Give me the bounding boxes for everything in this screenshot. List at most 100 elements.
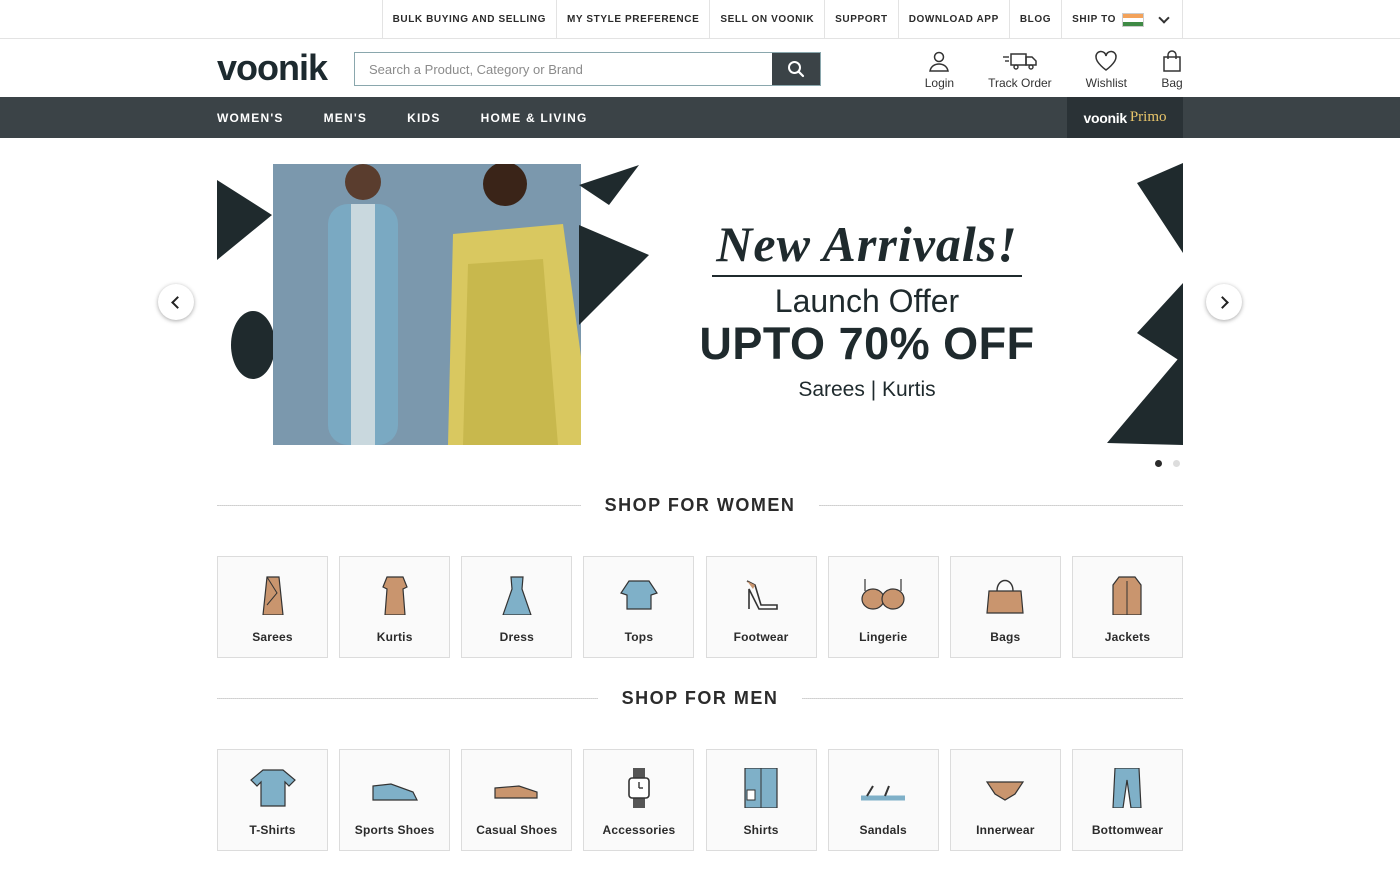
men-section-title: SHOP FOR MEN	[621, 687, 779, 708]
casual-shoe-icon	[494, 785, 538, 799]
bag-icon	[1163, 50, 1181, 72]
login-label: Login	[924, 76, 955, 90]
briefs-icon	[986, 781, 1025, 801]
primo-brand: voonik	[1083, 109, 1127, 126]
hero-headline: New Arrivals!	[712, 215, 1022, 277]
palm-leaf-decoration	[579, 165, 649, 325]
category-label: Kurtis	[376, 630, 413, 644]
category-tile-dress[interactable]: Dress	[461, 556, 573, 658]
divider	[802, 697, 1183, 699]
category-label: Sandals	[859, 823, 907, 837]
category-label: Accessories	[602, 823, 676, 837]
bra-icon	[861, 579, 905, 610]
nav-item-kids[interactable]: KIDS	[407, 111, 440, 125]
hero-models-photo	[273, 162, 593, 445]
hero-subheadline: Launch Offer	[774, 283, 960, 319]
handbag-icon	[986, 579, 1025, 614]
top-link-blog[interactable]: BLOG	[1010, 0, 1063, 39]
voonik-primo-button[interactable]: voonik Primo	[1067, 97, 1183, 138]
category-nav: WOMEN'S MEN'S KIDS HOME & LIVING voonik …	[0, 97, 1400, 138]
saree-icon	[261, 576, 284, 615]
category-label: Tops	[624, 630, 654, 644]
top-link-download-app[interactable]: DOWNLOAD APP	[899, 0, 1010, 39]
palm-leaf-decoration	[1107, 163, 1183, 445]
category-label: Footwear	[733, 630, 789, 644]
category-tile-jackets[interactable]: Jackets	[1071, 556, 1183, 658]
carousel-dot-2[interactable]	[1173, 460, 1180, 467]
category-tile-kurtis[interactable]: Kurtis	[339, 556, 451, 658]
jacket-icon	[1112, 576, 1143, 615]
t-shirt-icon	[249, 769, 296, 807]
chevron-left-icon	[171, 295, 184, 309]
category-label: Jackets	[1104, 630, 1151, 644]
category-tile-sarees[interactable]: Sarees	[217, 556, 328, 658]
watch-icon	[628, 768, 650, 808]
track-order-button[interactable]: Track Order	[988, 50, 1052, 90]
palm-leaf-decoration	[231, 311, 275, 379]
chevron-down-icon	[1158, 11, 1170, 24]
category-label: Bags	[990, 630, 1021, 644]
sports-shoe-icon	[372, 783, 418, 801]
top-link-style-preference[interactable]: MY STYLE PREFERENCE	[557, 0, 711, 39]
top-link-sell[interactable]: SELL ON VOONIK	[710, 0, 826, 39]
hero-banner[interactable]: New Arrivals! Launch Offer UPTO 70% OFF …	[217, 155, 1183, 445]
category-tile-sports-shoes[interactable]: Sports Shoes	[339, 749, 451, 851]
category-tile-shirts[interactable]: Shirts	[705, 749, 817, 851]
carousel-prev-button[interactable]	[158, 284, 194, 320]
top-icon	[619, 580, 658, 610]
hero-text-block: New Arrivals! Launch Offer UPTO 70% OFF …	[657, 215, 1077, 402]
search-bar	[354, 52, 821, 86]
category-tile-footwear[interactable]: Footwear	[705, 556, 817, 658]
category-label: Dress	[499, 630, 534, 644]
top-link-support[interactable]: SUPPORT	[825, 0, 899, 39]
hero-categories: Sarees | Kurtis	[798, 378, 936, 401]
category-tile-accessories[interactable]: Accessories	[583, 749, 695, 851]
user-icon	[929, 51, 950, 72]
main-header: voonik Login Track Order Wishlist Bag	[0, 39, 1400, 97]
nav-items: WOMEN'S MEN'S KIDS HOME & LIVING	[217, 97, 628, 138]
search-input[interactable]	[355, 53, 772, 85]
men-category-tiles: T-Shirts Sports Shoes Casual Shoes Acces…	[217, 749, 1183, 851]
women-category-tiles: Sarees Kurtis Dress Tops Footwear Linger…	[217, 556, 1183, 658]
search-icon	[788, 61, 805, 78]
search-button[interactable]	[772, 53, 820, 85]
ship-to-label: SHIP TO	[1072, 14, 1116, 25]
men-section-header: SHOP FOR MEN	[217, 687, 1183, 709]
category-tile-bottomwear[interactable]: Bottomwear	[1071, 749, 1183, 851]
category-tile-casual-shoes[interactable]: Casual Shoes	[461, 749, 573, 851]
divider	[217, 504, 581, 506]
category-label: T-Shirts	[249, 823, 296, 837]
category-tile-lingerie[interactable]: Lingerie	[827, 556, 939, 658]
wishlist-button[interactable]: Wishlist	[1086, 50, 1127, 90]
category-label: Sarees	[252, 630, 293, 644]
ship-to-selector[interactable]: SHIP TO	[1062, 0, 1183, 39]
india-flag-icon	[1122, 12, 1144, 27]
carousel-next-button[interactable]	[1206, 284, 1242, 320]
hero-offer: UPTO 70% OFF	[699, 318, 1035, 369]
category-tile-innerwear[interactable]: Innerwear	[949, 749, 1061, 851]
primo-suffix: Primo	[1129, 109, 1167, 125]
category-label: Bottomwear	[1091, 823, 1164, 837]
category-tile-bags[interactable]: Bags	[949, 556, 1061, 658]
bag-button[interactable]: Bag	[1161, 50, 1183, 90]
category-label: Sports Shoes	[354, 823, 435, 837]
category-tile-sandals[interactable]: Sandals	[827, 749, 939, 851]
nav-item-mens[interactable]: MEN'S	[324, 111, 368, 125]
login-button[interactable]: Login	[925, 50, 954, 90]
heart-icon	[1095, 50, 1118, 71]
palm-leaf-decoration	[217, 180, 272, 260]
divider	[217, 697, 598, 699]
top-link-bulk[interactable]: BULK BUYING AND SELLING	[383, 0, 557, 39]
category-label: Innerwear	[976, 823, 1035, 837]
voonik-logo[interactable]: voonik	[217, 50, 328, 86]
category-tile-tops[interactable]: Tops	[583, 556, 695, 658]
carousel-dot-1[interactable]	[1155, 460, 1162, 467]
nav-item-home-living[interactable]: HOME & LIVING	[481, 111, 588, 125]
nav-item-womens[interactable]: WOMEN'S	[217, 111, 284, 125]
category-label: Casual Shoes	[476, 823, 558, 837]
women-section-header: SHOP FOR WOMEN	[217, 494, 1183, 516]
wishlist-label: Wishlist	[1085, 76, 1127, 90]
top-links: BULK BUYING AND SELLING MY STYLE PREFERE…	[381, 0, 1183, 39]
category-tile-t-shirts[interactable]: T-Shirts	[217, 749, 328, 851]
truck-icon	[1002, 53, 1037, 70]
